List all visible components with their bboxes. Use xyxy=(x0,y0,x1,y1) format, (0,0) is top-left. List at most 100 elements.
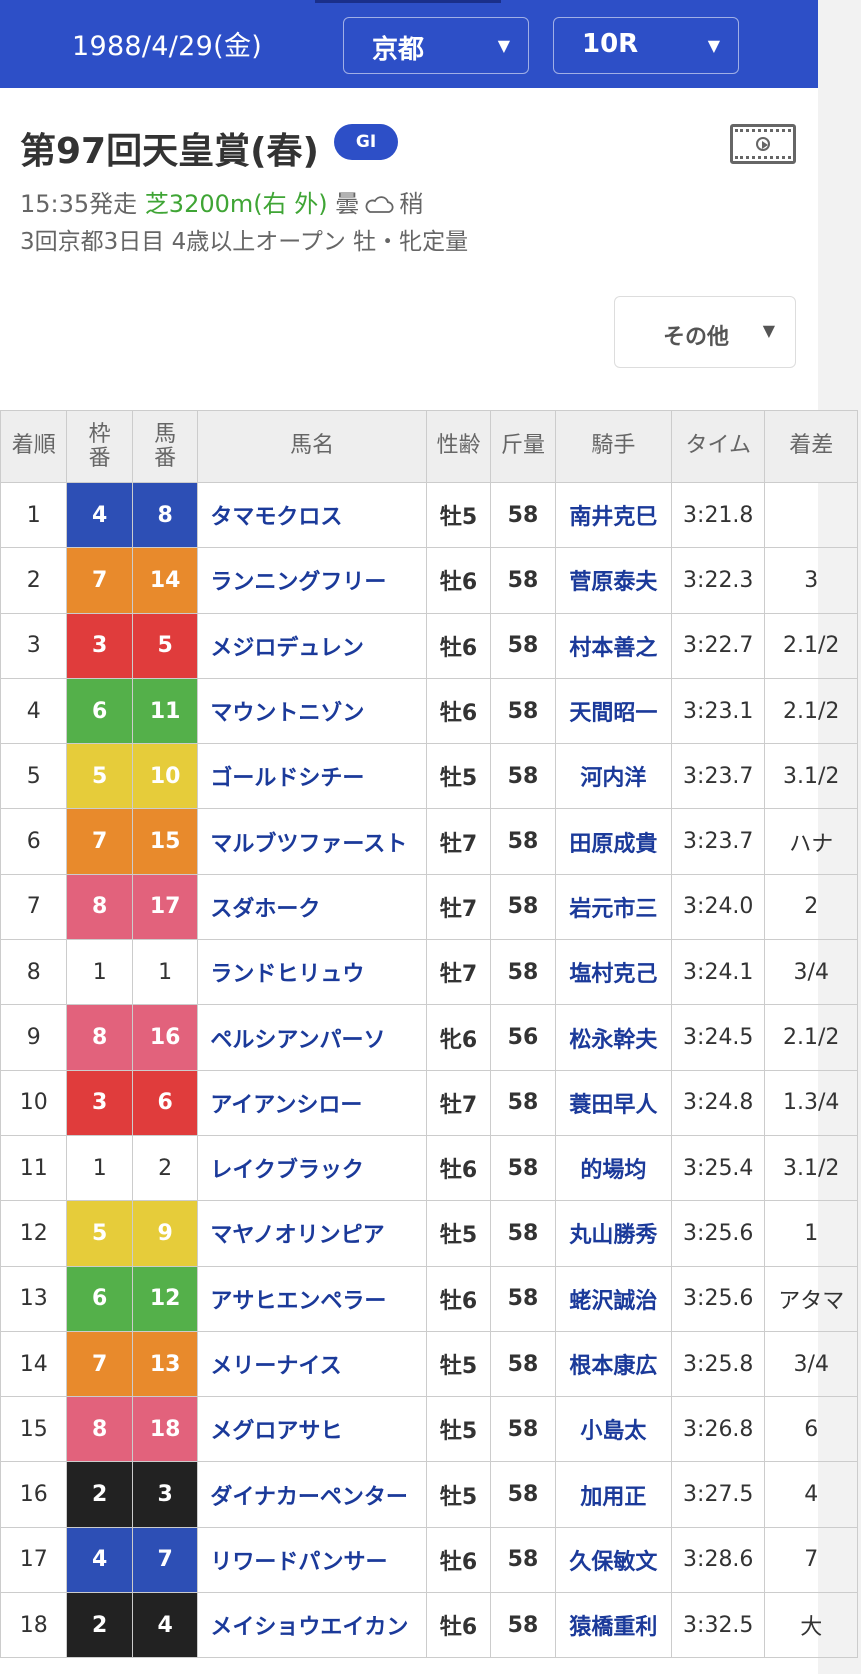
rank-cell: 3 xyxy=(0,612,68,679)
waku-cell: 6 xyxy=(66,1265,133,1332)
horse-name-link[interactable]: ダイナカーペンター xyxy=(197,1461,427,1528)
jockey-name-link[interactable]: 南井克巳 xyxy=(554,481,673,549)
horse-name-link[interactable]: ペルシアンパーソ xyxy=(197,1004,427,1071)
table-row[interactable]: 12 5 9 マヤノオリンピア 牡5 58 丸山勝秀 3:25.6 1 xyxy=(0,1200,858,1267)
margin-cell: 3/4 xyxy=(764,1330,858,1398)
table-row[interactable]: 14 7 13 メリーナイス 牡5 58 根本康広 3:25.8 3/4 xyxy=(0,1330,858,1398)
place-select[interactable]: 京都 ▼ xyxy=(343,17,529,74)
horse-name-link[interactable]: ランニングフリー xyxy=(197,547,427,614)
margin-cell: 3.1/2 xyxy=(764,743,858,810)
time-cell: 3:26.8 xyxy=(670,1396,766,1463)
waku-cell: 8 xyxy=(66,1004,133,1071)
sex-age-cell: 牡5 xyxy=(425,481,492,549)
table-row[interactable]: 18 2 4 メイショウエイカン 牡6 58 猿橋重利 3:32.5 大 xyxy=(0,1592,858,1659)
rank-cell: 11 xyxy=(0,1134,68,1202)
jockey-name-link[interactable]: 天間昭一 xyxy=(554,677,673,745)
horse-name-link[interactable]: メイショウエイカン xyxy=(197,1592,427,1659)
weight-cell: 58 xyxy=(490,547,556,614)
table-row[interactable]: 13 6 12 アサヒエンペラー 牡6 58 蛯沢誠治 3:25.6 アタマ xyxy=(0,1265,858,1332)
horse-name-link[interactable]: ランドヒリュウ xyxy=(197,939,427,1006)
time-cell: 3:27.5 xyxy=(670,1461,766,1528)
waku-cell: 2 xyxy=(66,1461,133,1528)
rank-cell: 5 xyxy=(0,743,68,810)
table-row[interactable]: 3 3 5 メジロデュレン 牡6 58 村本善之 3:22.7 2.1/2 xyxy=(0,612,858,679)
jockey-name-link[interactable]: 猿橋重利 xyxy=(554,1592,673,1659)
horse-name-link[interactable]: アイアンシロー xyxy=(197,1069,427,1136)
weight-cell: 58 xyxy=(490,873,556,941)
race-title: 第97回天皇賞(春) xyxy=(20,131,320,172)
table-row[interactable]: 5 5 10 ゴールドシチー 牡5 58 河内洋 3:23.7 3.1/2 xyxy=(0,743,858,810)
jockey-name-link[interactable]: 塩村克己 xyxy=(554,939,673,1006)
sex-age-cell: 牡7 xyxy=(425,939,492,1006)
header-waku: 枠番 xyxy=(66,410,133,483)
table-row[interactable]: 7 8 17 スダホーク 牡7 58 岩元市三 3:24.0 2 xyxy=(0,873,858,941)
jockey-name-link[interactable]: 蛯沢誠治 xyxy=(554,1265,673,1332)
horse-name-link[interactable]: マヤノオリンピア xyxy=(197,1200,427,1267)
horse-name-link[interactable]: マウントニゾン xyxy=(197,677,427,745)
horse-name-link[interactable]: メジロデュレン xyxy=(197,612,427,679)
time-cell: 3:22.3 xyxy=(670,547,766,614)
jockey-name-link[interactable]: 的場均 xyxy=(554,1134,673,1202)
video-film-icon[interactable] xyxy=(730,124,796,164)
jockey-name-link[interactable]: 久保敏文 xyxy=(554,1526,673,1594)
header-time: タイム xyxy=(670,410,766,483)
uma-cell: 4 xyxy=(131,1592,199,1659)
race-number-select[interactable]: 10R ▼ xyxy=(553,17,739,74)
header-margin: 着差 xyxy=(764,410,858,483)
horse-name-link[interactable]: ゴールドシチー xyxy=(197,743,427,810)
horse-name-link[interactable]: レイクブラック xyxy=(197,1134,427,1202)
sex-age-cell: 牡6 xyxy=(425,1134,492,1202)
horse-name-link[interactable]: メグロアサヒ xyxy=(197,1396,427,1463)
jockey-name-link[interactable]: 丸山勝秀 xyxy=(554,1200,673,1267)
weight-cell: 58 xyxy=(490,1069,556,1136)
margin-cell: 7 xyxy=(764,1526,858,1594)
table-row[interactable]: 9 8 16 ペルシアンパーソ 牝6 56 松永幹夫 3:24.5 2.1/2 xyxy=(0,1004,858,1071)
table-row[interactable]: 17 4 7 リワードパンサー 牡6 58 久保敏文 3:28.6 7 xyxy=(0,1526,858,1594)
time-cell: 3:24.8 xyxy=(670,1069,766,1136)
jockey-name-link[interactable]: 岩元市三 xyxy=(554,873,673,941)
rank-cell: 13 xyxy=(0,1265,68,1332)
jockey-name-link[interactable]: 根本康広 xyxy=(554,1330,673,1398)
uma-cell: 8 xyxy=(131,481,199,549)
uma-cell: 11 xyxy=(131,677,199,745)
table-row[interactable]: 16 2 3 ダイナカーペンター 牡5 58 加用正 3:27.5 4 xyxy=(0,1461,858,1528)
jockey-name-link[interactable]: 河内洋 xyxy=(554,743,673,810)
time-cell: 3:21.8 xyxy=(670,481,766,549)
jockey-name-link[interactable]: 村本善之 xyxy=(554,612,673,679)
sex-age-cell: 牝6 xyxy=(425,1004,492,1071)
waku-cell: 4 xyxy=(66,1526,133,1594)
horse-name-link[interactable]: リワードパンサー xyxy=(197,1526,427,1594)
going-text: 稍 xyxy=(399,190,424,218)
header-weight: 斤量 xyxy=(490,410,556,483)
jockey-name-link[interactable]: 田原成貴 xyxy=(554,808,673,875)
jockey-name-link[interactable]: 蓑田早人 xyxy=(554,1069,673,1136)
header-waku-text: 枠番 xyxy=(88,422,111,471)
table-row[interactable]: 8 1 1 ランドヒリュウ 牡7 58 塩村克己 3:24.1 3/4 xyxy=(0,939,858,1006)
horse-name-link[interactable]: メリーナイス xyxy=(197,1330,427,1398)
horse-name-link[interactable]: マルブツファースト xyxy=(197,808,427,875)
horse-name-link[interactable]: アサヒエンペラー xyxy=(197,1265,427,1332)
waku-cell: 5 xyxy=(66,743,133,810)
weight-cell: 58 xyxy=(490,939,556,1006)
header-rank: 着順 xyxy=(0,410,68,483)
jockey-name-link[interactable]: 菅原泰夫 xyxy=(554,547,673,614)
horse-name-link[interactable]: タマモクロス xyxy=(197,481,427,549)
header-sex-age: 性齢 xyxy=(425,410,492,483)
jockey-name-link[interactable]: 松永幹夫 xyxy=(554,1004,673,1071)
table-row[interactable]: 11 1 2 レイクブラック 牡6 58 的場均 3:25.4 3.1/2 xyxy=(0,1134,858,1202)
race-number-select-value: 10R xyxy=(582,29,639,59)
top-bar: 1988/4/29(金) 京都 ▼ 10R ▼ xyxy=(0,0,818,88)
uma-cell: 14 xyxy=(131,547,199,614)
other-menu-button[interactable]: その他 ▼ xyxy=(614,296,796,368)
horse-name-link[interactable]: スダホーク xyxy=(197,873,427,941)
waku-cell: 2 xyxy=(66,1592,133,1659)
jockey-name-link[interactable]: 加用正 xyxy=(554,1461,673,1528)
table-row[interactable]: 4 6 11 マウントニゾン 牡6 58 天間昭一 3:23.1 2.1/2 xyxy=(0,677,858,745)
table-row[interactable]: 10 3 6 アイアンシロー 牡7 58 蓑田早人 3:24.8 1.3/4 xyxy=(0,1069,858,1136)
table-row[interactable]: 2 7 14 ランニングフリー 牡6 58 菅原泰夫 3:22.3 3 xyxy=(0,547,858,614)
table-row[interactable]: 1 4 8 タマモクロス 牡5 58 南井克巳 3:21.8 xyxy=(0,481,858,549)
jockey-name-link[interactable]: 小島太 xyxy=(554,1396,673,1463)
weight-cell: 58 xyxy=(490,481,556,549)
table-row[interactable]: 15 8 18 メグロアサヒ 牡5 58 小島太 3:26.8 6 xyxy=(0,1396,858,1463)
table-row[interactable]: 6 7 15 マルブツファースト 牡7 58 田原成貴 3:23.7 ハナ xyxy=(0,808,858,875)
